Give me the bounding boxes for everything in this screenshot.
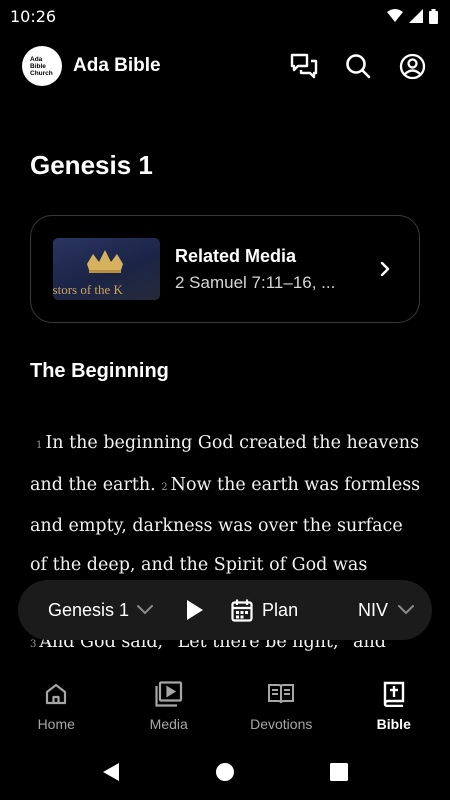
verse-number: 3 (30, 638, 37, 650)
logo-line: Church (30, 69, 53, 77)
bible-icon (380, 680, 408, 708)
media-info: Related Media 2 Samuel 7:11–16, ... (175, 246, 373, 293)
status-bar: 10:26 (0, 0, 450, 32)
chevron-down-icon (137, 605, 154, 615)
logo-line: Bible (30, 62, 46, 70)
tab-devotions[interactable]: Devotions (225, 672, 338, 744)
media-thumbnail: cestors of the K (53, 238, 160, 300)
chapter-title: Genesis 1 (30, 150, 153, 180)
play-icon (187, 600, 204, 620)
tab-label: Home (37, 716, 75, 732)
chevron-down-icon (398, 605, 414, 615)
media-title: Related Media (175, 245, 297, 266)
plan-button[interactable]: Plan (231, 599, 298, 622)
plan-label: Plan (262, 599, 299, 620)
church-logo[interactable]: Ada Bible Church (22, 46, 62, 86)
verse-number: 1 (36, 440, 43, 451)
logo-line: Ada (30, 55, 43, 63)
account-icon (399, 53, 425, 79)
chevron-right-icon (373, 257, 397, 281)
chapter-selector[interactable]: Genesis 1 (48, 599, 154, 621)
thumbnail-caption: cestors of the K (53, 282, 123, 297)
tab-media[interactable]: Media (113, 672, 226, 744)
back-icon (103, 763, 119, 781)
status-icons (387, 8, 438, 24)
signal-icon (409, 9, 423, 23)
version-label: NIV (357, 599, 388, 620)
header-actions (288, 50, 428, 82)
calendar-icon (231, 599, 253, 622)
home-circle-icon (216, 763, 234, 781)
verse-number: 2 (161, 481, 168, 493)
version-selector[interactable]: NIV (358, 600, 414, 621)
tab-label: Media (149, 716, 188, 732)
back-button[interactable] (99, 760, 123, 784)
battery-icon (429, 8, 438, 24)
section-heading: The Beginning (30, 360, 169, 382)
app-header: Ada Bible Church Ada Bible (0, 40, 450, 92)
audio-player-bar: Genesis 1 Plan NIV (18, 580, 432, 640)
chapter-selector-label: Genesis 1 (48, 599, 130, 620)
home-icon (42, 680, 70, 708)
account-button[interactable] (396, 50, 428, 82)
play-button[interactable] (181, 596, 209, 624)
related-media-card[interactable]: cestors of the K Related Media 2 Samuel … (30, 215, 420, 323)
home-nav-button[interactable] (213, 760, 237, 784)
system-nav-bar (0, 744, 450, 800)
search-button[interactable] (342, 50, 374, 82)
tab-home[interactable]: Home (0, 672, 113, 744)
recents-button[interactable] (327, 760, 351, 784)
chat-icon (290, 53, 318, 79)
bottom-tab-bar: Home Media Devotions Bible (0, 672, 450, 744)
chat-button[interactable] (288, 50, 320, 82)
app-name: Ada Bible (73, 55, 161, 76)
book-open-icon (267, 680, 295, 708)
media-subtitle: 2 Samuel 7:11–16, ... (175, 272, 336, 292)
wifi-icon (387, 9, 403, 22)
tab-label: Devotions (250, 716, 313, 732)
tab-label: Bible (376, 716, 411, 732)
tab-bible[interactable]: Bible (338, 672, 450, 744)
recents-icon (330, 763, 348, 781)
status-time: 10:26 (10, 6, 57, 26)
search-icon (346, 54, 371, 79)
media-icon (155, 680, 183, 708)
